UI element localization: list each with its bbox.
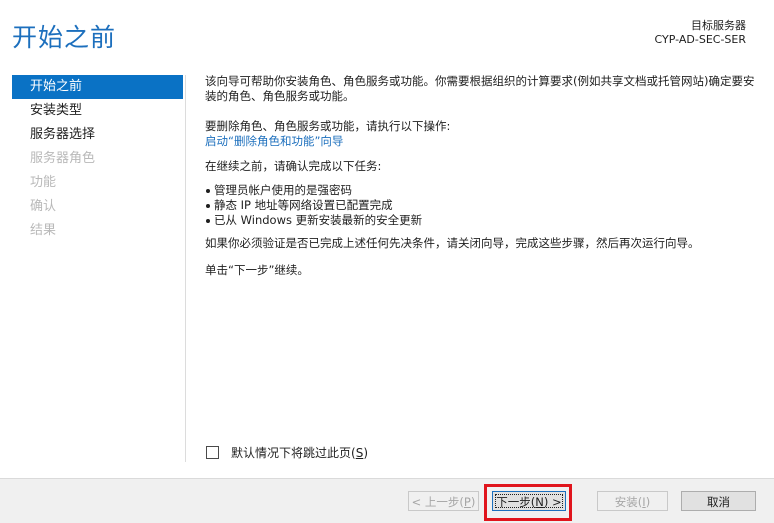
nav-item-features: 功能 [30,175,57,190]
next-button-highlight [484,484,572,521]
verify-text: 如果你必须验证是否已完成上述任何先决条件，请关闭向导，完成这些步骤，然后再次运行… [205,236,700,250]
intro-text: 该向导可帮助你安装角色、角色服务或功能。你需要根据组织的计算要求(例如共享文档或… [205,74,755,103]
previous-button[interactable]: < 上一步(P) [408,491,479,511]
target-server-info: 目标服务器 CYP-AD-SEC-SER [655,19,746,47]
wizard-nav: 开始之前 安装类型 服务器选择 服务器角色 功能 确认 结果 [12,75,183,243]
skip-page-label: 默认情况下将跳过此页(S) [231,446,369,460]
nav-divider [185,75,186,462]
skip-page-option[interactable]: 默认情况下将跳过此页(S) [206,444,368,461]
list-item: 静态 IP 地址等网络设置已配置完成 [205,198,760,213]
next-hint: 单击“下一步”继续。 [205,263,309,277]
target-server-name: CYP-AD-SEC-SER [654,33,746,46]
list-item: 已从 Windows 更新安装最新的安全更新 [205,213,760,228]
cancel-button[interactable]: 取消 [681,491,756,511]
page-title: 开始之前 [12,23,117,52]
skip-page-checkbox[interactable] [206,446,219,459]
nav-item-server-selection[interactable]: 服务器选择 [12,123,183,147]
nav-item-server-roles: 服务器角色 [30,151,96,166]
install-button[interactable]: 安装(I) [597,491,668,511]
before-heading: 在继续之前，请确认完成以下任务: [205,159,382,173]
target-server-label: 目标服务器 [691,19,746,32]
nav-item-results: 结果 [30,223,57,238]
task-list: 管理员帐户使用的是强密码 静态 IP 地址等网络设置已配置完成 已从 Windo… [205,183,760,228]
content-pane: 该向导可帮助你安装角色、角色服务或功能。你需要根据组织的计算要求(例如共享文档或… [205,74,760,278]
nav-item-before-you-begin[interactable]: 开始之前 [12,75,183,99]
remove-heading: 要删除角色、角色服务或功能，请执行以下操作: [205,119,451,133]
list-item: 管理员帐户使用的是强密码 [205,183,760,198]
remove-roles-link[interactable]: 启动“删除角色和功能”向导 [205,134,343,148]
nav-item-installation-type[interactable]: 安装类型 [12,99,183,123]
nav-item-confirmation: 确认 [30,199,57,214]
